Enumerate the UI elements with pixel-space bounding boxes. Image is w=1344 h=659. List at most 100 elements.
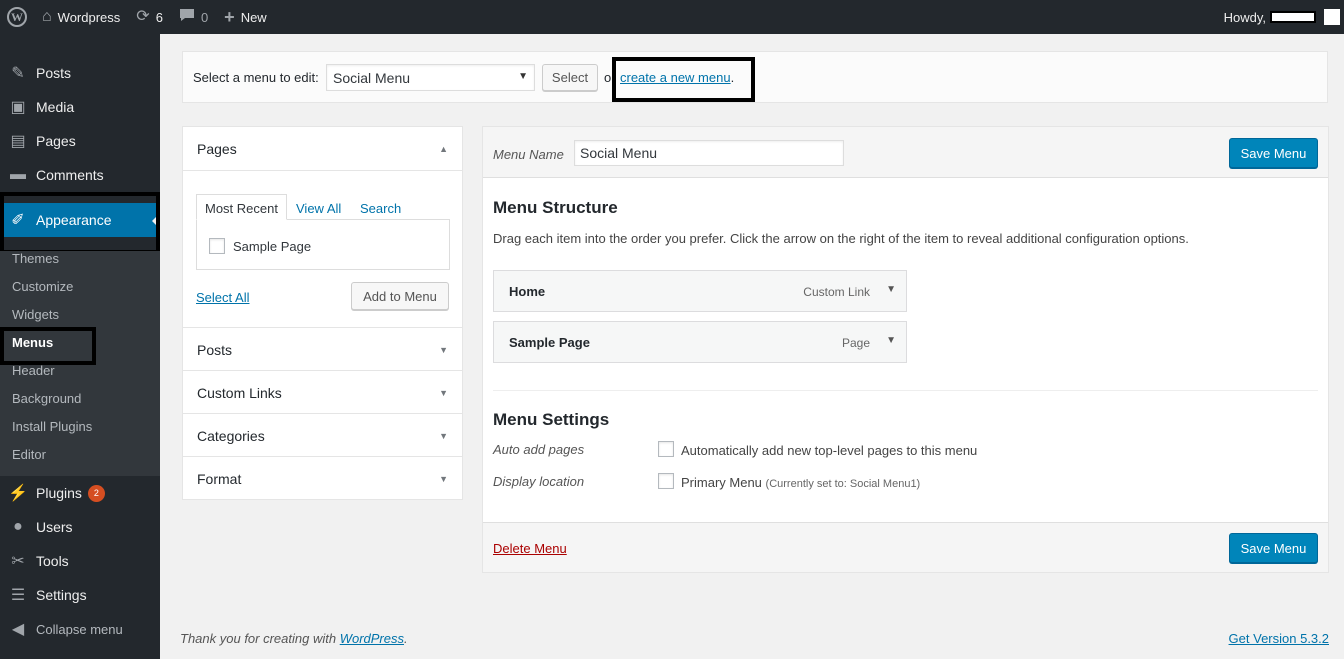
sidebar-item-tools[interactable]: ✂ Tools — [0, 544, 160, 578]
admin-bar: W ⌂ Wordpress ⟳ 6 0 + New Howdy, — [0, 0, 1344, 34]
submenu-header[interactable]: Header — [12, 363, 55, 378]
collapse-menu-label: Collapse menu — [36, 621, 123, 637]
posts-section-title[interactable]: Posts — [197, 342, 232, 358]
menu-item-type: Custom Link — [803, 285, 870, 299]
expand-item-arrow-icon[interactable]: ▼ — [886, 284, 896, 295]
site-name: Wordpress — [57, 9, 121, 25]
howdy-text: Howdy, — [1223, 9, 1266, 25]
primary-menu-checkbox[interactable] — [658, 473, 674, 489]
sample-page-checkbox[interactable] — [209, 238, 225, 254]
auto-add-pages-checkbox[interactable] — [658, 441, 674, 457]
sidebar-item-pages[interactable]: ▤ Pages — [0, 124, 160, 158]
pushpin-icon: ✎ — [11, 65, 25, 82]
menu-name-input[interactable]: Social Menu — [574, 140, 844, 166]
menu-editor-footer: Delete Menu Save Menu — [483, 522, 1328, 572]
selected-menu-value: Social Menu — [333, 69, 411, 86]
get-version-link[interactable]: Get Version 5.3.2 — [1229, 631, 1329, 646]
sidebar-item-label: Plugins — [36, 485, 82, 501]
menu-structure-description: Drag each item into the order you prefer… — [493, 231, 1189, 246]
footer-thanks: Thank you for creating with WordPress. — [180, 631, 408, 646]
highlight-box-create-menu — [612, 57, 755, 102]
new-label: New — [240, 9, 267, 25]
expand-item-arrow-icon[interactable]: ▼ — [886, 335, 896, 346]
dropdown-caret-icon: ▼ — [518, 71, 528, 82]
select-button[interactable]: Select — [542, 64, 598, 91]
add-menu-items-panel: Pages ▲ Sample Page Most Recent View All… — [182, 126, 463, 500]
sidebar-item-comments[interactable]: ▬ Comments — [0, 158, 160, 192]
sidebar-item-media[interactable]: ▣ Media — [0, 90, 160, 124]
footer-period: . — [404, 631, 408, 646]
save-menu-button-bottom[interactable]: Save Menu — [1229, 533, 1318, 563]
new-content-link[interactable]: + New — [216, 0, 275, 34]
menu-item[interactable]: Home Custom Link ▼ — [493, 270, 907, 312]
save-menu-button-top[interactable]: Save Menu — [1229, 138, 1318, 168]
categories-section-title[interactable]: Categories — [197, 428, 265, 444]
updates-link[interactable]: ⟳ 6 — [128, 0, 171, 34]
sidebar-item-label: Posts — [36, 65, 72, 81]
wordpress-logo-icon[interactable]: W — [0, 0, 34, 34]
delete-menu-link[interactable]: Delete Menu — [493, 541, 567, 556]
expand-down-arrow-icon[interactable]: ▼ — [439, 345, 448, 355]
expand-down-arrow-icon[interactable]: ▼ — [439, 431, 448, 441]
submenu-install-plugins[interactable]: Install Plugins — [12, 419, 92, 434]
tab-view-all[interactable]: View All — [296, 201, 341, 216]
menu-name-label: Menu Name — [493, 147, 564, 162]
comments-link[interactable]: 0 — [171, 0, 216, 34]
wrench-icon: ✂ — [11, 553, 25, 570]
sidebar-item-settings[interactable]: ☰ Settings — [0, 578, 160, 612]
collapse-menu-button[interactable]: ◀ Collapse menu — [0, 612, 160, 646]
footer-version: Get Version 5.3.2 — [1229, 631, 1329, 646]
updates-count: 6 — [155, 9, 163, 25]
sidebar-item-label: Media — [36, 99, 75, 115]
tab-search[interactable]: Search — [360, 201, 401, 216]
expand-down-arrow-icon[interactable]: ▼ — [439, 474, 448, 484]
sample-page-label[interactable]: Sample Page — [233, 239, 311, 254]
divider — [183, 456, 462, 457]
select-all-link[interactable]: Select All — [196, 290, 249, 305]
expand-down-arrow-icon[interactable]: ▼ — [439, 388, 448, 398]
menu-item-title: Sample Page — [509, 335, 590, 350]
sidebar-item-label: Tools — [36, 553, 69, 569]
submenu-widgets[interactable]: Widgets — [12, 307, 59, 322]
auto-add-pages-text[interactable]: Automatically add new top-level pages to… — [681, 443, 977, 458]
comments-count: 0 — [200, 9, 209, 25]
highlight-box-appearance — [0, 192, 160, 254]
plugins-update-badge: 2 — [87, 484, 105, 502]
submenu-customize[interactable]: Customize — [12, 279, 73, 294]
divider — [493, 390, 1318, 391]
tab-most-recent[interactable]: Most Recent — [205, 201, 278, 216]
submenu-editor[interactable]: Editor — [12, 447, 46, 462]
submenu-background[interactable]: Background — [12, 391, 81, 406]
select-menu-label: Select a menu to edit: — [193, 70, 319, 85]
sidebar-item-posts[interactable]: ✎ Posts — [0, 56, 160, 90]
wordpress-link[interactable]: WordPress — [340, 631, 404, 646]
site-name-link[interactable]: ⌂ Wordpress — [34, 0, 128, 34]
pages-section-title[interactable]: Pages — [197, 141, 237, 157]
auto-add-pages-label: Auto add pages — [493, 442, 585, 457]
collapse-up-arrow-icon[interactable]: ▲ — [439, 144, 448, 154]
account-menu[interactable]: Howdy, — [1224, 0, 1344, 34]
redacted-username — [1270, 11, 1316, 23]
menu-item-title: Home — [509, 284, 546, 299]
plus-icon: + — [224, 7, 235, 27]
display-location-label: Display location — [493, 474, 585, 489]
custom-links-section-title[interactable]: Custom Links — [197, 385, 282, 401]
sidebar-item-label: Users — [36, 519, 73, 535]
add-to-menu-button[interactable]: Add to Menu — [351, 282, 449, 310]
divider — [183, 413, 462, 414]
menu-item[interactable]: Sample Page Page ▼ — [493, 321, 907, 363]
avatar — [1324, 9, 1340, 25]
sidebar-item-users[interactable]: ● Users — [0, 510, 160, 544]
format-section-title[interactable]: Format — [197, 471, 241, 487]
sidebar-item-label: Comments — [36, 167, 104, 183]
pages-icon: ▤ — [10, 133, 26, 150]
primary-menu-option[interactable]: Primary Menu (Currently set to: Social M… — [681, 475, 920, 490]
footer-thanks-text: Thank you for creating with — [180, 631, 340, 646]
sidebar-item-plugins[interactable]: ⚡ Plugins 2 — [0, 476, 160, 510]
submenu-themes[interactable]: Themes — [12, 251, 59, 266]
currently-set-note: (Currently set to: Social Menu1) — [765, 478, 921, 490]
plug-icon: ⚡ — [8, 485, 28, 502]
menu-select-dropdown[interactable]: Social Menu ▼ — [326, 64, 535, 91]
home-icon: ⌂ — [42, 8, 52, 25]
divider — [183, 170, 462, 171]
